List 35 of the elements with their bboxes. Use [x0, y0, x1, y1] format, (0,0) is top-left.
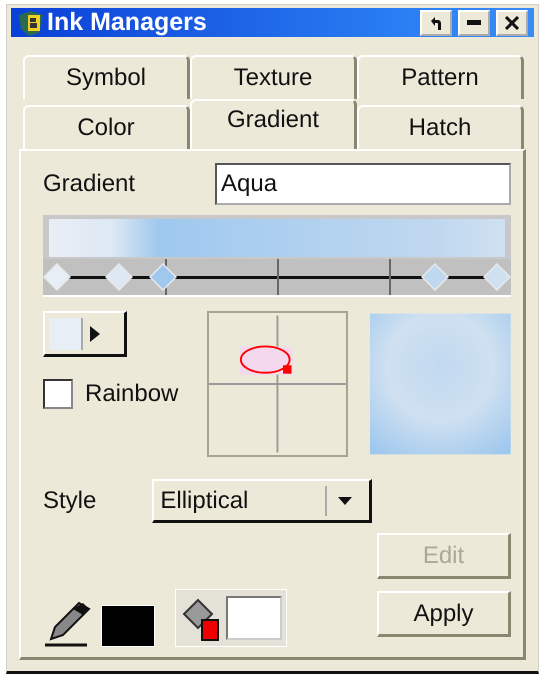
arrow-icon — [428, 14, 444, 30]
rainbow-checkbox[interactable] — [43, 379, 73, 409]
app-icon — [17, 8, 45, 36]
checkbox-label: Rainbow — [85, 380, 178, 408]
tab[interactable]: Pattern — [357, 55, 524, 99]
line-color-swatch[interactable] — [101, 605, 155, 647]
tab[interactable]: Hatch — [357, 105, 524, 149]
tab[interactable]: Texture — [190, 55, 357, 99]
stop-track[interactable] — [43, 259, 511, 297]
style-dropdown[interactable]: Elliptical — [152, 479, 372, 523]
ellipse-handle[interactable] — [240, 346, 293, 375]
stop-handle[interactable] — [43, 263, 71, 291]
field-label: Style — [43, 487, 96, 515]
name-field[interactable]: Aqua — [215, 163, 511, 205]
color-picker-button[interactable] — [43, 311, 127, 357]
stop-handle[interactable] — [483, 263, 511, 291]
stop-handle[interactable] — [148, 263, 177, 291]
tab[interactable]: Color — [23, 105, 190, 149]
window-title: Ink Managers — [47, 8, 208, 37]
action-button[interactable]: Apply — [377, 591, 511, 637]
fill-color-swatch[interactable] — [226, 596, 282, 640]
caret-icon — [337, 496, 354, 506]
tab[interactable]: Symbol — [23, 55, 190, 99]
close-icon — [505, 16, 519, 30]
center-grid[interactable] — [207, 311, 348, 457]
minimize-icon — [467, 20, 481, 26]
play-icon — [89, 324, 101, 342]
close-button[interactable] — [496, 10, 528, 36]
stop-handle[interactable] — [421, 263, 450, 291]
stop-handle[interactable] — [104, 263, 133, 291]
field-label: Gradient — [43, 170, 136, 198]
pin-button[interactable] — [420, 10, 452, 36]
minimize-button[interactable] — [458, 10, 490, 36]
pen-icon — [43, 601, 93, 647]
tab[interactable]: Gradient — [190, 99, 357, 149]
